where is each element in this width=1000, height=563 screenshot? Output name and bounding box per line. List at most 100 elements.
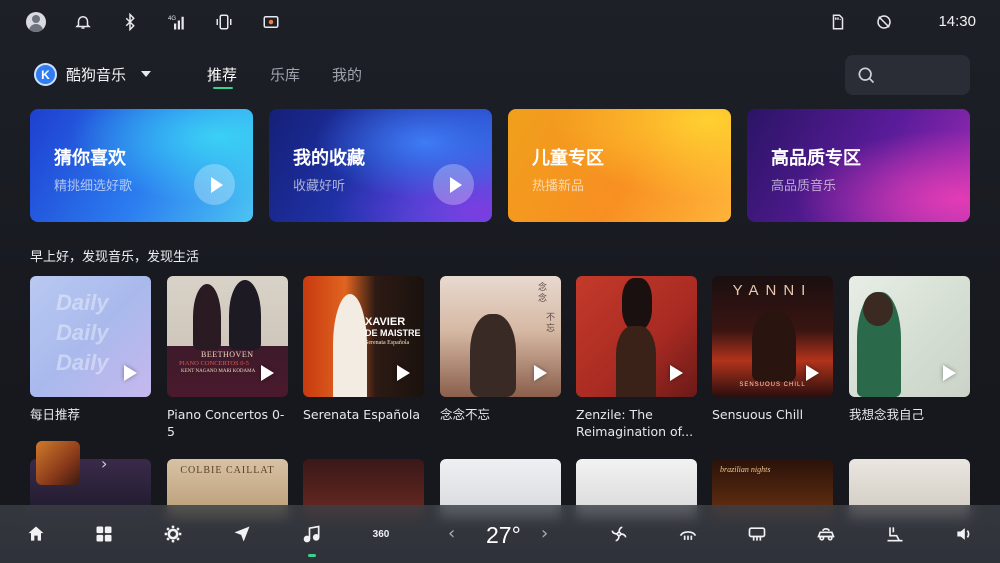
album-title[interactable]: Serenata Española xyxy=(303,406,424,423)
home-icon[interactable] xyxy=(21,519,51,549)
navigation-arrow-icon[interactable] xyxy=(227,519,257,549)
chevron-right-icon[interactable]: › xyxy=(101,454,107,473)
tab-library[interactable]: 乐库 xyxy=(270,64,300,85)
cover-text: XAVIER xyxy=(365,316,406,328)
album-cover-yanni[interactable]: YANNI SENSUOUS CHILL xyxy=(712,276,833,397)
settings-gear-icon[interactable] xyxy=(158,519,188,549)
album-title[interactable]: 念念不忘 xyxy=(440,406,561,423)
360-label: 360 xyxy=(372,528,390,540)
album-cover-daily[interactable]: Daily Daily Daily xyxy=(30,276,151,397)
card-kids-zone[interactable]: 儿童专区 热播新品 xyxy=(508,109,731,222)
cover-text: YANNI xyxy=(732,282,813,299)
rear-defrost-icon[interactable] xyxy=(742,519,772,549)
cover-artwork xyxy=(193,284,221,350)
svg-text:4G: 4G xyxy=(168,16,176,22)
card-title: 高品质专区 xyxy=(771,148,861,169)
card-subtitle: 精挑细选好歌 xyxy=(54,179,133,194)
cover-artwork xyxy=(752,312,796,382)
cover-text: DE MAISTRE xyxy=(365,328,421,338)
section-title: 早上好，发现音乐，发现生活 xyxy=(30,250,200,265)
play-icon[interactable] xyxy=(397,365,410,381)
temperature-display: 27° xyxy=(486,522,521,548)
album-cover-beethoven[interactable]: BEETHOVEN PIANO CONCERTOS 0-5 KENT NAGAN… xyxy=(167,276,288,397)
4g-signal-icon: 4G xyxy=(167,12,187,32)
play-icon[interactable] xyxy=(124,365,137,381)
chevron-down-icon[interactable] xyxy=(141,71,151,77)
ac-fan-icon[interactable] xyxy=(604,519,634,549)
car-recirculation-icon[interactable] xyxy=(811,519,841,549)
card-subtitle: 收藏好听 xyxy=(293,179,346,194)
cover-text: BEETHOVEN xyxy=(201,350,254,359)
app-logo: K xyxy=(34,63,57,86)
card-high-quality-zone[interactable]: 高品质专区 高品质音乐 xyxy=(747,109,970,222)
album-title[interactable]: 每日推荐 xyxy=(30,406,151,423)
play-icon[interactable] xyxy=(670,365,683,381)
album-title[interactable]: Piano Concertos 0-5 xyxy=(167,406,288,440)
location-off-icon xyxy=(874,12,894,32)
cover-text: Serenata Española xyxy=(365,340,410,346)
front-defrost-icon[interactable] xyxy=(673,519,703,549)
play-icon[interactable] xyxy=(261,365,274,381)
tab-mine[interactable]: 我的 xyxy=(332,64,362,85)
cover-text: brazilian nights xyxy=(720,465,771,474)
seat-heat-icon[interactable] xyxy=(880,519,910,549)
album-title[interactable]: Zenzile: The Reimagination of... xyxy=(576,406,697,440)
card-subtitle: 高品质音乐 xyxy=(771,179,837,194)
status-bar: 4G 14:30 xyxy=(0,0,1000,44)
bell-icon[interactable] xyxy=(73,12,93,32)
album-title[interactable]: 我想念我自己 xyxy=(849,406,970,423)
cover-artwork xyxy=(229,280,261,350)
album-cover-serenata[interactable]: XAVIER DE MAISTRE Serenata Española xyxy=(303,276,424,397)
cover-artwork xyxy=(616,326,656,397)
play-icon[interactable] xyxy=(433,164,474,205)
play-icon[interactable] xyxy=(806,365,819,381)
music-note-icon[interactable] xyxy=(297,519,327,549)
search-icon xyxy=(858,67,875,84)
cover-text: Daily xyxy=(56,320,109,345)
card-guess-you-like[interactable]: 猜你喜欢 精挑细选好歌 xyxy=(30,109,253,222)
apps-grid-icon[interactable] xyxy=(89,519,119,549)
album-title[interactable]: Sensuous Chill xyxy=(712,406,833,423)
active-tab-indicator xyxy=(213,87,233,89)
play-icon[interactable] xyxy=(534,365,547,381)
temperature-down-button[interactable]: ‹ xyxy=(448,523,455,544)
bluetooth-icon[interactable] xyxy=(120,12,140,32)
cover-text: KENT NAGANO MARI KODAMA xyxy=(181,369,256,374)
tab-recommend[interactable]: 推荐 xyxy=(207,64,237,85)
card-title: 我的收藏 xyxy=(293,148,365,169)
sd-card-icon xyxy=(828,12,848,32)
album-cover-missing-myself[interactable] xyxy=(849,276,970,397)
play-icon[interactable] xyxy=(943,365,956,381)
card-my-favorites[interactable]: 我的收藏 收藏好听 xyxy=(269,109,492,222)
cover-artwork xyxy=(622,278,652,330)
cover-text: COLBIE CAILLAT xyxy=(180,465,275,476)
album-cover-niannian[interactable]: 念念 不忘 xyxy=(440,276,561,397)
cover-artwork xyxy=(863,292,893,326)
360-camera-icon[interactable]: 360 xyxy=(366,519,396,549)
app-name[interactable]: 酷狗音乐 xyxy=(66,64,126,85)
record-icon[interactable] xyxy=(261,12,281,32)
cover-text: 念念 xyxy=(538,282,548,303)
volume-icon[interactable] xyxy=(949,519,979,549)
bottom-dock: 360 ‹ 27° › xyxy=(0,505,1000,563)
phone-vibrate-icon[interactable] xyxy=(214,12,234,32)
cover-text: Daily xyxy=(56,290,109,315)
cover-artwork xyxy=(333,294,367,397)
now-playing-thumbnail[interactable] xyxy=(36,441,80,485)
search-button[interactable] xyxy=(845,55,970,95)
card-subtitle: 热播新品 xyxy=(532,179,585,194)
active-app-indicator xyxy=(308,554,316,557)
car-infotainment-screen: 4G 14:30 K 酷狗音乐 推荐 乐库 我的 猜你喜欢 精挑细选好歌 我的收… xyxy=(0,0,1000,563)
card-title: 猜你喜欢 xyxy=(54,148,126,169)
cover-text: PIANO CONCERTOS 0-5 xyxy=(179,360,249,367)
cover-text: 不忘 xyxy=(546,312,556,333)
cover-text: Daily xyxy=(56,350,109,375)
user-avatar[interactable] xyxy=(26,12,46,32)
cover-artwork xyxy=(470,314,516,397)
temperature-up-button[interactable]: › xyxy=(541,523,548,544)
album-cover-zenzile[interactable] xyxy=(576,276,697,397)
cover-text: SENSUOUS CHILL xyxy=(739,382,806,388)
play-icon[interactable] xyxy=(194,164,235,205)
clock: 14:30 xyxy=(938,13,976,30)
card-title: 儿童专区 xyxy=(532,148,604,169)
